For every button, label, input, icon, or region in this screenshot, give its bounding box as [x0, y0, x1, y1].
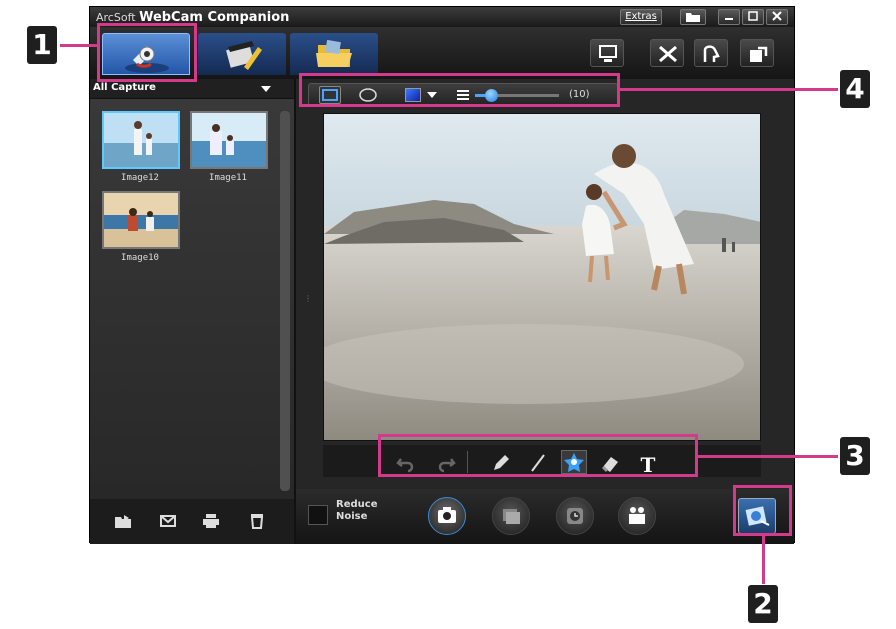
highlight-share-button: [733, 485, 792, 536]
maximize-icon[interactable]: [742, 9, 764, 25]
callout-line-3: [698, 455, 838, 458]
mode-tab-open[interactable]: [290, 33, 378, 75]
close-icon[interactable]: [766, 9, 788, 25]
callout-line-2: [762, 536, 765, 584]
face-icon[interactable]: [694, 39, 728, 67]
chevron-down-icon: [261, 86, 271, 92]
highlight-capture-tab: [97, 23, 197, 82]
thumbnail-label: Image12: [121, 173, 159, 183]
camera-icon[interactable]: [428, 497, 466, 535]
preview-photo: [323, 113, 761, 441]
reduce-noise-label: Reduce Noise: [336, 499, 378, 522]
frame-icon[interactable]: [492, 497, 530, 535]
monitor-icon[interactable]: [590, 39, 624, 67]
timer-icon[interactable]: [556, 497, 594, 535]
minimize-icon[interactable]: [718, 9, 740, 25]
callout-line-4: [620, 88, 838, 91]
gallery-scrollbar[interactable]: [280, 111, 290, 491]
export-icon[interactable]: [740, 39, 774, 67]
main-view: (10) ⋮ T: [296, 79, 794, 489]
thumbnail-image12[interactable]: [102, 111, 180, 169]
gallery-filter-dropdown[interactable]: All Capture: [90, 79, 294, 99]
highlight-draw-toolbar: [378, 434, 698, 477]
splitter-grip[interactable]: ⋮: [304, 294, 312, 303]
callout-1: 1: [27, 26, 57, 64]
highlight-edit-toolbar: [299, 73, 620, 107]
thumbnail-label: Image11: [209, 173, 247, 183]
gallery-panel: All Capture Image12 Image11 Image10: [90, 79, 294, 544]
folder-icon: [316, 39, 352, 67]
trash-icon[interactable]: [248, 513, 266, 529]
thumbnail-image10[interactable]: [102, 191, 180, 249]
reduce-noise-checkbox[interactable]: [308, 505, 328, 525]
gallery-filter-label: All Capture: [93, 82, 156, 93]
callout-2: 2: [748, 585, 778, 623]
thumbnail-label: Image10: [121, 253, 159, 263]
folder-icon[interactable]: [680, 9, 706, 25]
mode-tab-edit[interactable]: [198, 33, 286, 75]
print-icon[interactable]: [202, 513, 220, 529]
tools-icon[interactable]: [650, 39, 684, 67]
email-icon[interactable]: [160, 513, 178, 529]
extras-button[interactable]: Extras: [620, 9, 662, 25]
callout-3: 3: [840, 437, 870, 475]
capture-bar: Reduce Noise: [296, 489, 794, 544]
clapper-pencil-icon: [226, 41, 262, 70]
folder-share-icon[interactable]: [114, 513, 132, 529]
callout-line-1: [60, 44, 100, 47]
thumbnail-image11[interactable]: [190, 111, 268, 169]
video-icon[interactable]: [618, 497, 656, 535]
gallery-actions: [90, 499, 294, 544]
callout-4: 4: [840, 70, 870, 108]
